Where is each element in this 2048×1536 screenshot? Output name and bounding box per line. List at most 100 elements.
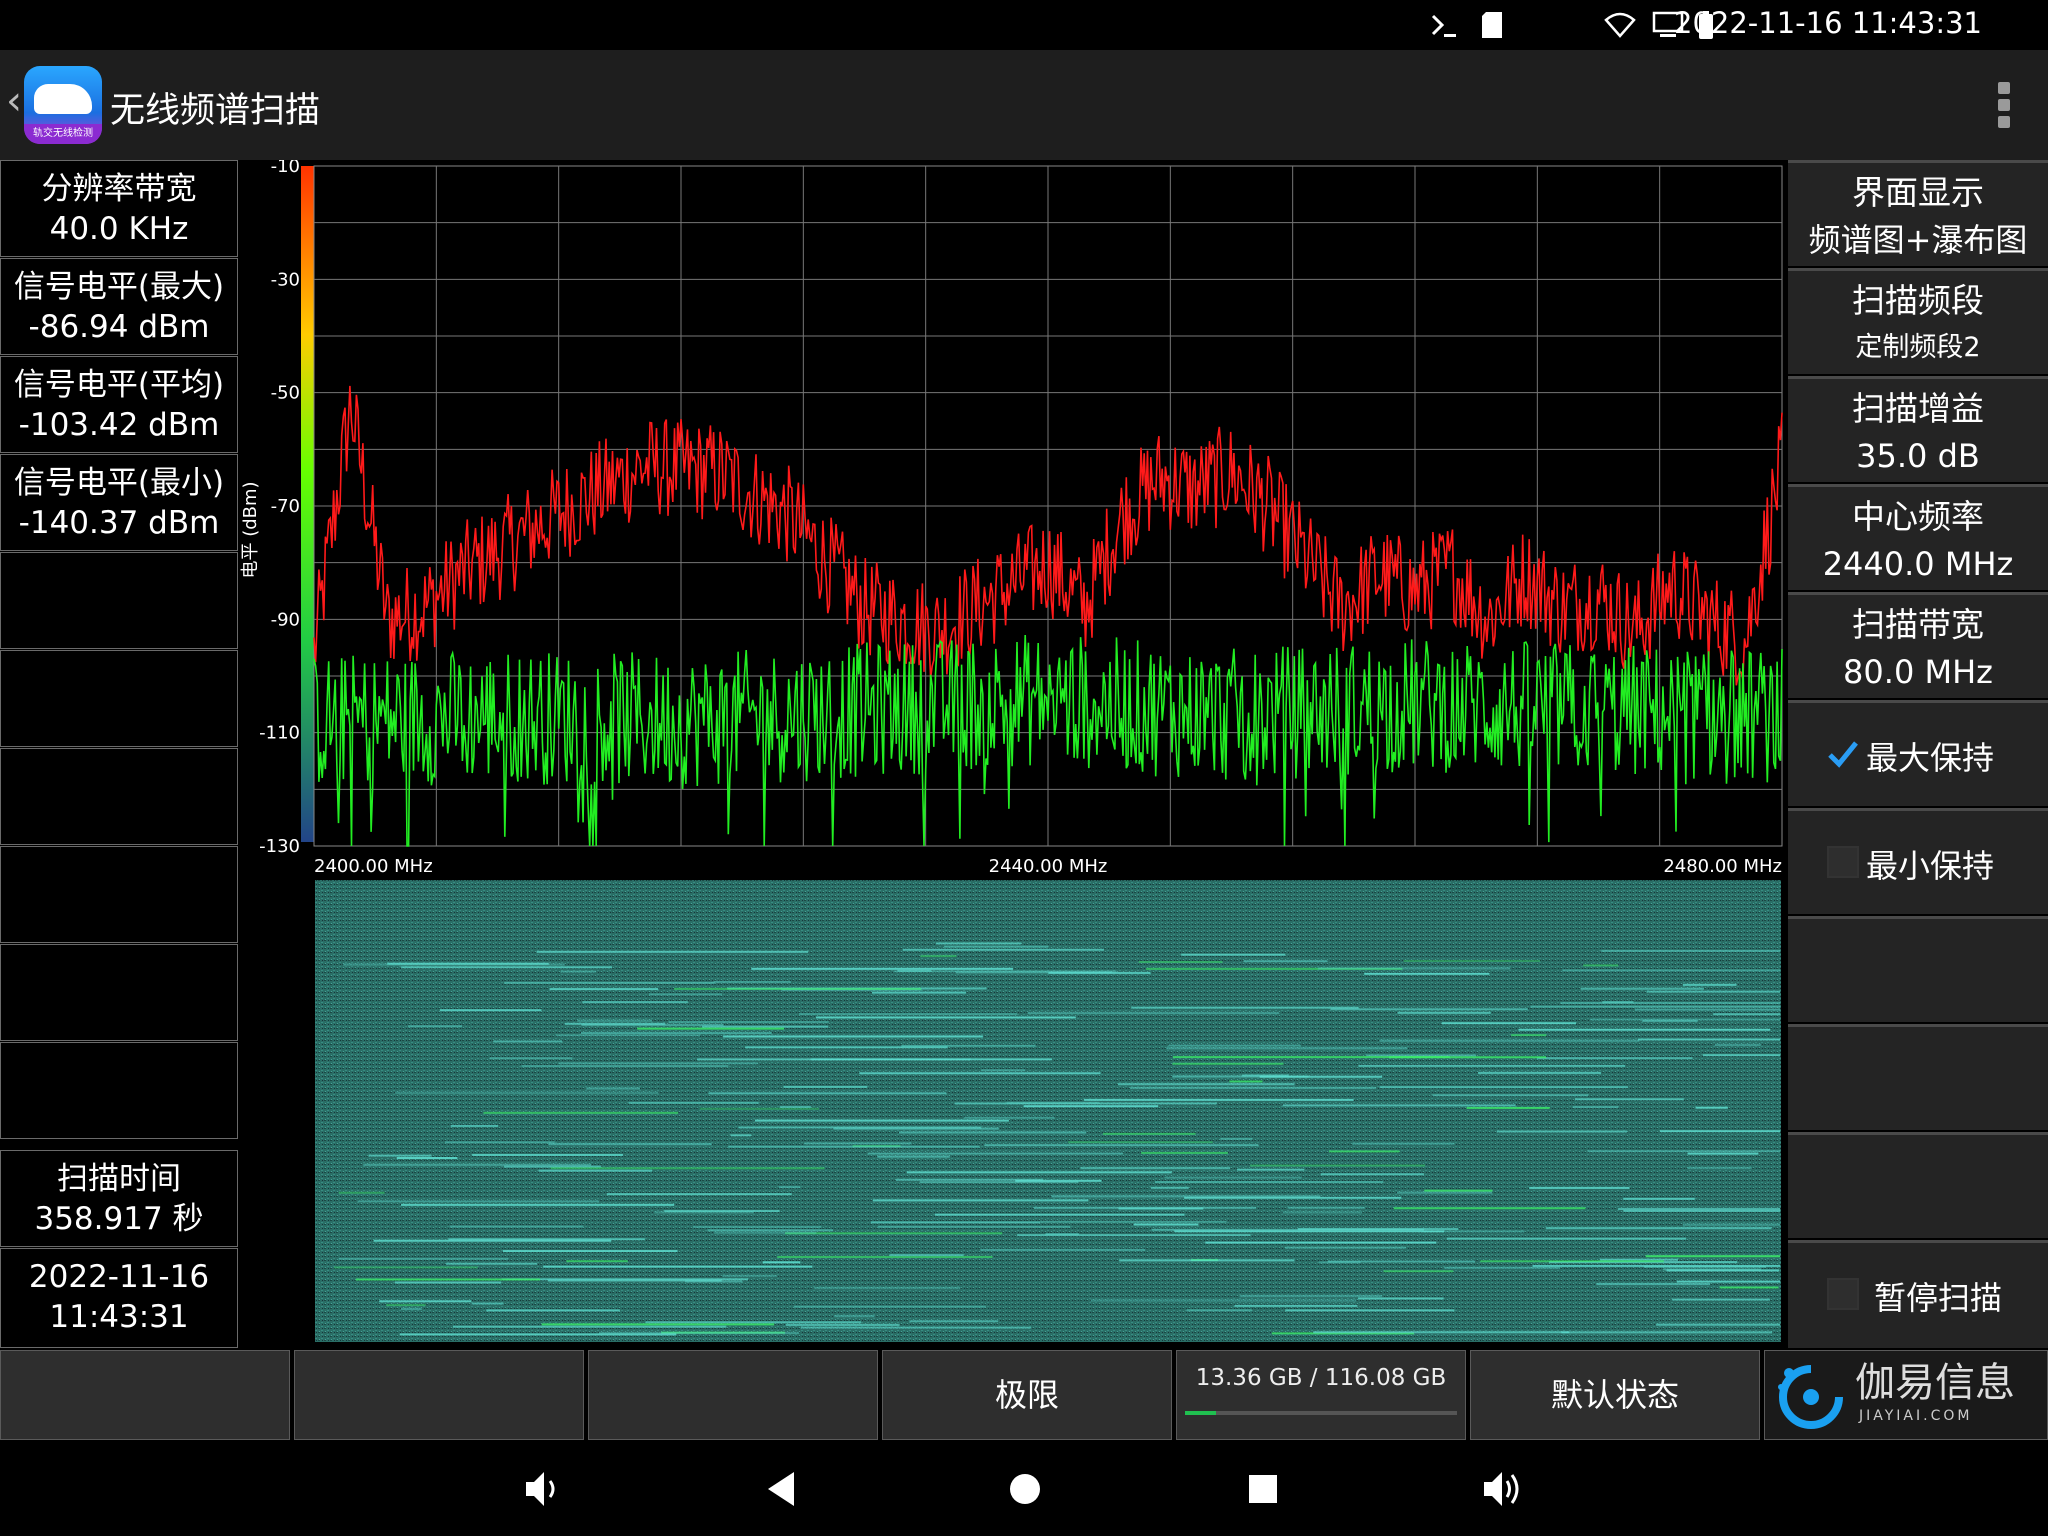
waterfall-streak — [713, 980, 791, 983]
default-state-button[interactable]: 默认状态 — [1470, 1350, 1760, 1440]
waterfall-streak — [1421, 1230, 1525, 1233]
spectrum-area: -10 -30 -50 -70 -90 -110 -130 电平 (dBm) 2400.00… — [240, 156, 1788, 1348]
waterfall-streak — [1646, 990, 1780, 993]
waterfall-streak — [1659, 1130, 1780, 1133]
waterfall-streak — [1184, 1196, 1402, 1199]
train-icon — [34, 84, 92, 114]
level-min-value: -140.37 dBm — [18, 505, 220, 541]
bottom-button-empty[interactable] — [588, 1350, 878, 1440]
waterfall-streak — [648, 993, 723, 996]
x-tick-label: 2480.00 MHz — [1663, 856, 1782, 877]
waterfall-streak — [1364, 972, 1490, 975]
waterfall-streak — [564, 1022, 666, 1025]
checkbox-empty-icon[interactable] — [1826, 845, 1860, 879]
waterfall-streak — [1358, 1064, 1626, 1067]
level-max-label: 信号电平(最大) — [13, 269, 225, 305]
waterfall-streak — [395, 1091, 659, 1094]
waterfall-streak — [1084, 1098, 1354, 1101]
center-frequency-button[interactable]: 中心频率 2440.0 MHz — [1788, 484, 2048, 590]
waterfall-streak — [1205, 1241, 1437, 1244]
brand-name: 伽易信息 — [1855, 1360, 2015, 1406]
max-hold-toggle[interactable]: 最大保持 — [1788, 700, 2048, 806]
waterfall-streak — [943, 945, 1049, 948]
pause-scan-toggle[interactable]: 暂停扫描 — [1788, 1240, 2048, 1348]
app-logo[interactable]: 轨交无线检测 — [24, 66, 102, 144]
waterfall-streak — [582, 1001, 688, 1004]
waterfall-streak — [373, 1239, 612, 1242]
waterfall-streak — [1317, 967, 1511, 970]
scan-span-button[interactable]: 扫描带宽 80.0 MHz — [1788, 592, 2048, 698]
level-avg-value: -103.42 dBm — [18, 407, 220, 443]
scan-gain-label: 扫描增益 — [1852, 389, 1984, 428]
waterfall-streak — [751, 967, 1013, 970]
checkmark-icon[interactable] — [1826, 737, 1860, 771]
waterfall-streak — [1560, 1002, 1780, 1005]
rbw-cell: 分辨率带宽 40.0 KHz — [0, 160, 238, 257]
waterfall-streak — [1529, 1186, 1630, 1189]
waterfall-streak — [1131, 1006, 1359, 1009]
waterfall-streak — [444, 1141, 555, 1144]
waterfall-streak — [1713, 1013, 1780, 1016]
waterfall-streak — [1424, 1189, 1493, 1192]
rbw-label: 分辨率带宽 — [41, 171, 197, 207]
waterfall-streak — [1119, 1259, 1295, 1262]
waterfall-streak — [1580, 987, 1704, 990]
waterfall-streak — [697, 1058, 971, 1061]
back-chevron-icon[interactable]: ‹ — [6, 78, 22, 124]
waterfall-streak — [1480, 1260, 1664, 1263]
waterfall-streak — [408, 1025, 463, 1028]
waterfall-streak — [981, 1069, 1026, 1072]
scan-band-button[interactable]: 扫描频段 定制频段2 — [1788, 268, 2048, 374]
waterfall-streak — [877, 1155, 950, 1158]
waterfall-streak — [452, 1325, 727, 1328]
waterfall-streak — [909, 1320, 999, 1323]
waterfall-streak — [783, 1085, 868, 1088]
min-hold-toggle[interactable]: 最小保持 — [1788, 808, 2048, 914]
scan-gain-button[interactable]: 扫描增益 35.0 dB — [1788, 376, 2048, 482]
checkbox-empty-icon[interactable] — [1826, 1277, 1860, 1311]
waterfall-streak — [800, 1326, 1032, 1329]
home-icon[interactable] — [1002, 1466, 1048, 1512]
y-tick-label: -70 — [271, 496, 300, 517]
waterfall-streak — [586, 1087, 640, 1090]
volume-down-icon[interactable] — [520, 1466, 566, 1512]
volume-up-icon[interactable] — [1480, 1466, 1526, 1512]
waterfall-streak — [1168, 1044, 1301, 1047]
recents-icon[interactable] — [1240, 1466, 1286, 1512]
waterfall-streak — [1719, 1286, 1779, 1289]
bottom-button-empty[interactable] — [0, 1350, 290, 1440]
display-mode-button[interactable]: 界面显示 频谱图+瀑布图 — [1788, 160, 2048, 266]
overflow-menu-icon[interactable] — [1998, 82, 2012, 128]
bottom-button-empty[interactable] — [294, 1350, 584, 1440]
waterfall-streak — [502, 1250, 678, 1253]
waterfall-streak — [1532, 1264, 1780, 1267]
spectrum-chart[interactable]: -10 -30 -50 -70 -90 -110 -130 电平 (dBm) 2400.00… — [240, 156, 1788, 1348]
waterfall-streak — [1241, 1074, 1289, 1077]
waterfall-streak — [1133, 1223, 1199, 1226]
waterfall-streak — [1601, 949, 1780, 952]
waterfall-streak — [338, 1191, 385, 1194]
waterfall-streak — [1220, 1137, 1253, 1140]
waterfall-streak — [778, 1186, 801, 1189]
level-min-label: 信号电平(最小) — [13, 465, 225, 501]
waterfall-streak — [1441, 1022, 1576, 1025]
display-mode-label: 界面显示 — [1852, 173, 1984, 212]
limit-button[interactable]: 极限 — [882, 1350, 1172, 1440]
waterfall-streak — [1602, 1000, 1634, 1003]
back-icon[interactable] — [760, 1466, 806, 1512]
waterfall-streak — [1080, 1167, 1231, 1170]
waterfall-streak — [1562, 969, 1780, 972]
waterfall-streak — [394, 1281, 502, 1284]
waterfall-streak — [1587, 1150, 1780, 1153]
waterfall-streak — [598, 1331, 800, 1334]
waterfall-streak — [1575, 1098, 1684, 1101]
waterfall-streak — [906, 1171, 1172, 1174]
waterfall-streak — [877, 1225, 1071, 1228]
y-tick-label: -10 — [271, 160, 300, 177]
waterfall-streak — [762, 1261, 801, 1264]
waterfall-streak — [401, 966, 612, 969]
waterfall-streak — [338, 1257, 509, 1260]
waterfall-streak — [450, 1124, 499, 1127]
terminal-icon — [1431, 14, 1456, 37]
waterfall-streak — [723, 1035, 983, 1038]
